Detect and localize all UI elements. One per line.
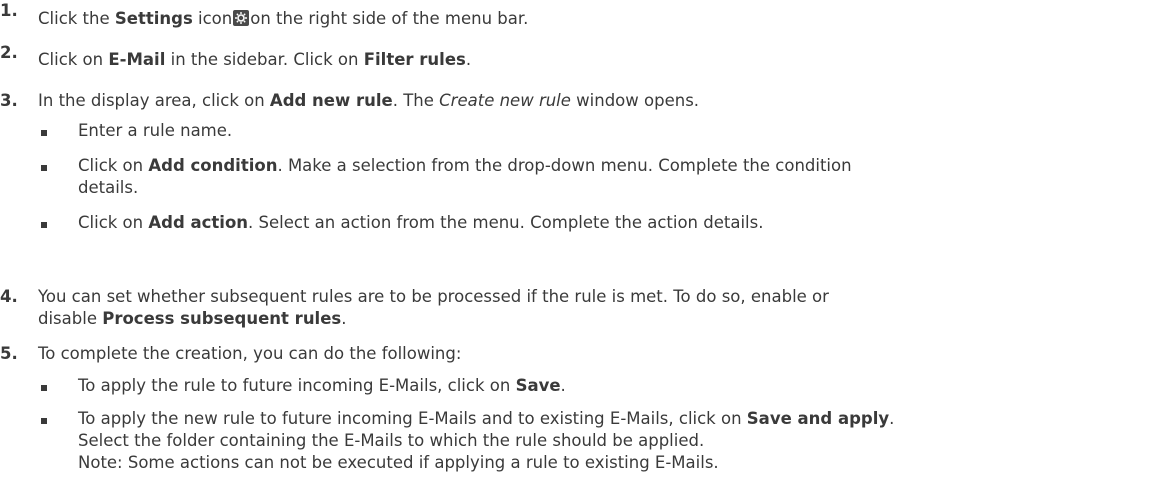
list-item: Enter a rule name. (38, 120, 1136, 142)
step-number: 4. (0, 287, 18, 306)
bullet-marker (41, 165, 47, 171)
filter-rules-label: Filter rules (363, 50, 466, 69)
instruction-document: 1. Click the Settings icon on the right s… (0, 0, 1156, 500)
bullet-marker (41, 385, 47, 391)
step-number: 3. (0, 91, 18, 110)
gear-icon (233, 10, 250, 26)
step-text: Click the Settings icon on the right side… (38, 9, 529, 28)
bullet-marker (41, 130, 47, 136)
add-new-rule-label: Add new rule (269, 91, 393, 110)
list-item: Click on Add condition. Make a selection… (38, 155, 1136, 199)
process-subsequent-rules-label: Process subsequent rules (102, 309, 342, 328)
save-label: Save (515, 376, 561, 395)
step-number: 2. (0, 43, 18, 62)
step-5-bullets: To apply the rule to future incoming E-M… (38, 375, 1136, 474)
add-action-label: Add action (148, 213, 249, 232)
step-3-bullets: Enter a rule name. Click on Add conditio… (38, 120, 1136, 234)
settings-label: Settings (114, 9, 193, 28)
step-number: 1. (0, 1, 18, 20)
step-4: 4. You can set whether subsequent rules … (0, 287, 829, 328)
step-1: 1. Click the Settings icon on the right s… (0, 0, 1136, 28)
step-2: 2. Click on E-Mail in the sidebar. Click… (0, 42, 1136, 69)
step-5: 5. To complete the creation, you can do … (0, 343, 1136, 472)
list-item: Click on Add action. Select an action fr… (38, 212, 1136, 234)
create-new-rule-window-name: Create new rule (439, 91, 571, 110)
save-and-apply-label: Save and apply (746, 409, 890, 428)
step-number: 5. (0, 344, 18, 363)
bullet-marker (41, 418, 47, 424)
step-3: 3. In the display area, click on Add new… (0, 84, 1136, 232)
list-item: To apply the new rule to future incoming… (38, 408, 1136, 474)
step-text: In the display area, click on Add new ru… (38, 91, 700, 110)
email-label: E-Mail (108, 50, 166, 69)
bullet-marker (41, 222, 47, 228)
step-text: To complete the creation, you can do the… (38, 344, 462, 363)
list-item: To apply the rule to future incoming E-M… (38, 375, 1136, 397)
step-text: Click on E-Mail in the sidebar. Click on… (38, 50, 472, 69)
add-condition-label: Add condition (148, 156, 278, 175)
